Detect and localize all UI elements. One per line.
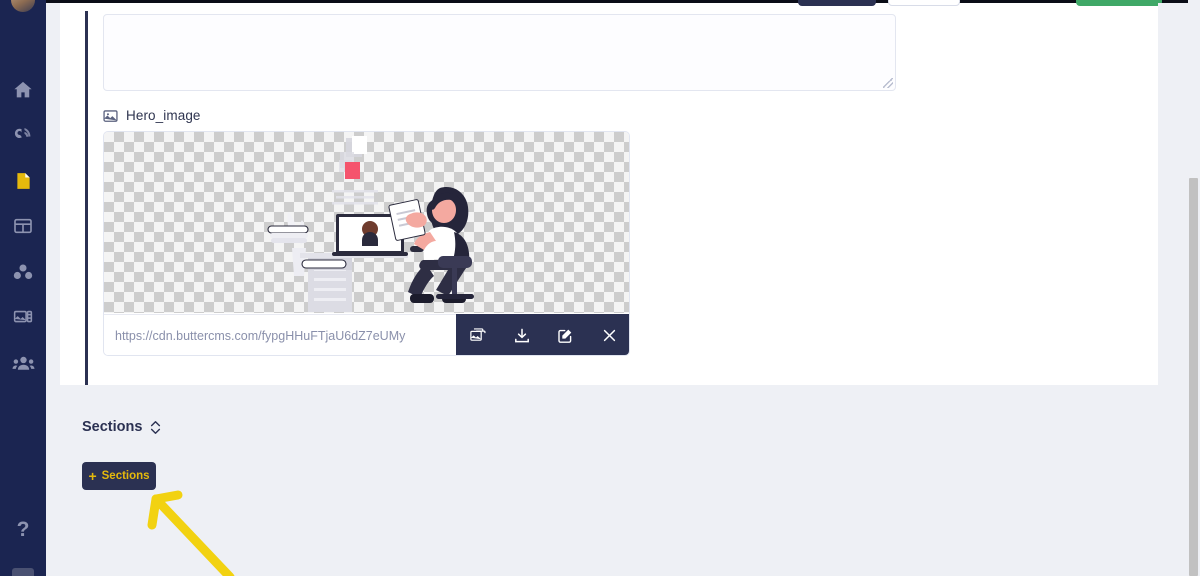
sidebar-item-collections[interactable] — [0, 212, 46, 240]
edit-image-button[interactable] — [548, 322, 582, 350]
textarea-resize-handle[interactable] — [883, 78, 893, 88]
sidebar-item-home[interactable] — [0, 76, 46, 104]
images-stack-icon — [470, 328, 486, 343]
field-label-text: Hero_image — [126, 108, 201, 123]
pages-icon — [13, 170, 34, 192]
close-icon — [602, 328, 617, 343]
chevron-up-down-icon[interactable] — [150, 420, 161, 435]
question-mark-icon: ? — [16, 518, 30, 541]
vertical-scrollbar[interactable] — [1188, 0, 1200, 576]
image-action-toolbar — [456, 314, 629, 355]
main-content: Hero_image https://cdn.buttercms.com/fyp… — [46, 0, 1200, 576]
sidebar-item-components[interactable] — [0, 258, 46, 286]
plus-icon: + — [88, 468, 97, 484]
sections-heading: Sections — [82, 419, 161, 435]
toolbar-secondary-button[interactable] — [888, 0, 960, 6]
app-root: ? Hero_image https://cdn.buttercms.com/f… — [0, 0, 1200, 576]
toolbar-publish-button[interactable] — [1076, 0, 1162, 6]
sidebar-item-blog[interactable] — [0, 121, 46, 149]
sidebar-item-users[interactable] — [0, 349, 46, 377]
editor-card: Hero_image https://cdn.buttercms.com/fyp… — [60, 0, 1168, 385]
transparency-checkerboard — [104, 132, 629, 313]
download-icon — [514, 328, 530, 344]
avatar[interactable] — [11, 0, 35, 12]
description-textarea[interactable] — [103, 14, 896, 91]
add-sections-button[interactable]: + Sections — [82, 462, 156, 490]
media-icon — [12, 307, 34, 327]
toolbar-primary-button[interactable] — [798, 0, 876, 6]
pencil-square-icon — [557, 328, 573, 344]
add-sections-label: Sections — [101, 470, 150, 482]
components-icon — [12, 262, 34, 282]
sidebar-item-pages[interactable] — [0, 167, 46, 195]
field-group-accent-bar — [85, 11, 88, 385]
scrollbar-thumb[interactable] — [1189, 178, 1198, 576]
blog-icon — [12, 124, 34, 146]
home-icon — [12, 79, 34, 101]
hero-image-field-label: Hero_image — [103, 108, 201, 123]
users-icon — [12, 353, 35, 373]
remove-image-button[interactable] — [592, 322, 626, 350]
image-url-text[interactable]: https://cdn.buttercms.com/fypgHHuFTjaU6d… — [104, 314, 456, 355]
replace-image-button[interactable] — [461, 322, 495, 350]
left-sidebar: ? — [0, 0, 46, 576]
sidebar-item-media[interactable] — [0, 303, 46, 331]
collections-icon — [12, 216, 34, 236]
sidebar-bottom-item[interactable] — [12, 568, 34, 576]
download-image-button[interactable] — [505, 322, 539, 350]
card-right-gutter — [1158, 3, 1188, 386]
hero-illustration — [267, 136, 474, 312]
help-button[interactable]: ? — [0, 516, 46, 544]
sections-heading-text: Sections — [82, 419, 143, 435]
image-icon — [103, 109, 118, 123]
hero-image-preview-box: https://cdn.buttercms.com/fypgHHuFTjaU6d… — [103, 131, 630, 356]
